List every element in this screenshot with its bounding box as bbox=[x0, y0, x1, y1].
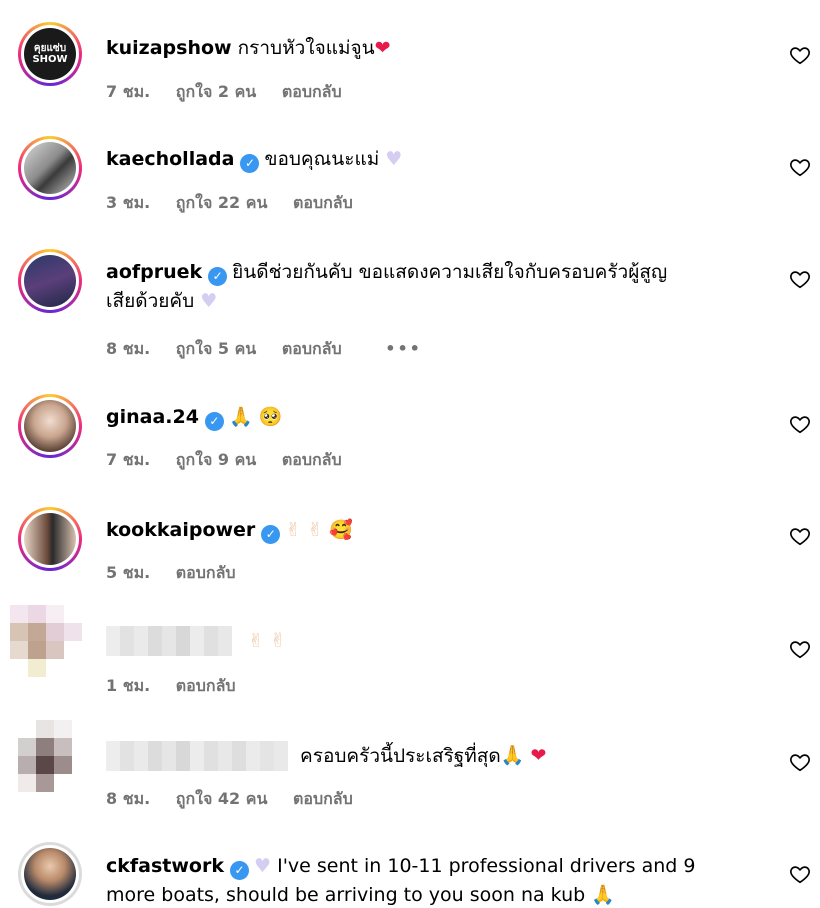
heart-emoji: ❤ bbox=[374, 37, 391, 59]
heart-outline-icon[interactable] bbox=[789, 751, 811, 773]
comment-text-line1: ยินดีช่วยกันคับ ขอแสดงความเสียใจกับครอบค… bbox=[232, 261, 668, 283]
victory-hand-emoji: ✌ bbox=[285, 519, 302, 541]
avatar[interactable] bbox=[18, 249, 82, 313]
victory-hand-emoji: ✌ bbox=[270, 629, 286, 652]
reply-button[interactable]: ตอบกลับ bbox=[176, 563, 236, 582]
comment-text: กราบหัวใจแม่จูน bbox=[237, 37, 375, 59]
reply-button[interactable]: ตอบกลับ bbox=[282, 339, 342, 358]
reply-button[interactable]: ตอบกลับ bbox=[282, 82, 342, 101]
comment-time: 3 ชม. bbox=[106, 193, 151, 212]
username[interactable]: kuizapshow bbox=[106, 37, 232, 59]
avatar[interactable] bbox=[18, 136, 82, 200]
likes-count[interactable]: ถูกใจ 2 คน bbox=[176, 82, 256, 101]
heart-outline-icon[interactable] bbox=[789, 413, 811, 435]
pray-emoji: 🙏 bbox=[591, 884, 615, 906]
pleading-face-emoji: 🥺 bbox=[258, 406, 283, 428]
likes-count[interactable]: ถูกใจ 5 คน bbox=[176, 339, 256, 358]
likes-count[interactable]: ถูกใจ 9 คน bbox=[176, 450, 256, 469]
heart-emoji: ♥ bbox=[254, 855, 272, 877]
comment-text-line2: เสียด้วยคับ bbox=[106, 290, 195, 312]
likes-count[interactable]: ถูกใจ 22 คน bbox=[176, 193, 268, 212]
comment-text: ขอบคุณนะแม่ bbox=[264, 148, 380, 170]
heart-outline-icon[interactable] bbox=[789, 44, 811, 66]
avatar-blurred[interactable] bbox=[18, 720, 72, 792]
reply-button[interactable]: ตอบกลับ bbox=[293, 789, 353, 808]
username[interactable]: kaechollada bbox=[106, 148, 234, 170]
more-options-icon[interactable]: ••• bbox=[385, 339, 422, 358]
heart-emoji: ♥ bbox=[200, 290, 218, 312]
pray-emoji: 🙏 bbox=[228, 406, 253, 428]
comment-time: 7 ชม. bbox=[106, 450, 151, 469]
username[interactable]: ginaa.24 bbox=[106, 406, 199, 428]
avatar[interactable] bbox=[18, 842, 82, 906]
verified-badge-icon: ✓ bbox=[208, 267, 228, 286]
avatar[interactable]: คุยแซ่บ SHOW bbox=[18, 22, 82, 86]
comment-time: 8 ชม. bbox=[106, 789, 151, 808]
likes-count[interactable]: ถูกใจ 42 คน bbox=[176, 789, 268, 808]
heart-outline-icon[interactable] bbox=[789, 863, 811, 885]
comment-time: 5 ชม. bbox=[106, 563, 151, 582]
victory-hand-emoji: ✌ bbox=[307, 519, 324, 541]
heart-outline-icon[interactable] bbox=[789, 156, 811, 178]
avatar[interactable] bbox=[18, 394, 82, 458]
comment-time: 7 ชม. bbox=[106, 82, 151, 101]
verified-badge-icon: ✓ bbox=[261, 525, 281, 544]
username[interactable]: ckfastwork bbox=[106, 855, 224, 877]
pray-emoji: 🙏 bbox=[500, 744, 525, 767]
avatar-blurred[interactable] bbox=[10, 605, 82, 677]
heart-outline-icon[interactable] bbox=[789, 525, 811, 547]
comment-time: 1 ชม. bbox=[106, 676, 151, 695]
heart-emoji: ♥ bbox=[385, 148, 403, 170]
username[interactable]: kookkaipower bbox=[106, 519, 255, 541]
comment-text-line1: I've sent in 10-11 professional drivers … bbox=[277, 855, 696, 877]
heart-outline-icon[interactable] bbox=[789, 268, 811, 290]
comment-text-line2: more boats, should be arriving to you so… bbox=[106, 884, 586, 906]
verified-badge-icon: ✓ bbox=[240, 154, 260, 173]
heart-emoji: ❤ bbox=[530, 744, 547, 767]
username[interactable]: aofpruek bbox=[106, 261, 202, 283]
verified-badge-icon: ✓ bbox=[204, 412, 224, 431]
smiling-hearts-emoji: 🥰 bbox=[329, 519, 353, 541]
username-blurred[interactable] bbox=[106, 626, 232, 656]
verified-badge-icon: ✓ bbox=[230, 861, 249, 880]
reply-button[interactable]: ตอบกลับ bbox=[293, 193, 353, 212]
comment-time: 8 ชม. bbox=[106, 339, 151, 358]
avatar[interactable] bbox=[18, 507, 82, 571]
reply-button[interactable]: ตอบกลับ bbox=[176, 676, 236, 695]
victory-hand-emoji: ✌ bbox=[248, 629, 264, 652]
avatar-logo-text: คุยแซ่บ SHOW bbox=[32, 43, 68, 65]
comment-text: ครอบครัวนี้ประเสริฐที่สุด bbox=[300, 744, 501, 767]
reply-button[interactable]: ตอบกลับ bbox=[282, 450, 342, 469]
username-blurred[interactable] bbox=[106, 741, 288, 771]
heart-outline-icon[interactable] bbox=[789, 638, 811, 660]
